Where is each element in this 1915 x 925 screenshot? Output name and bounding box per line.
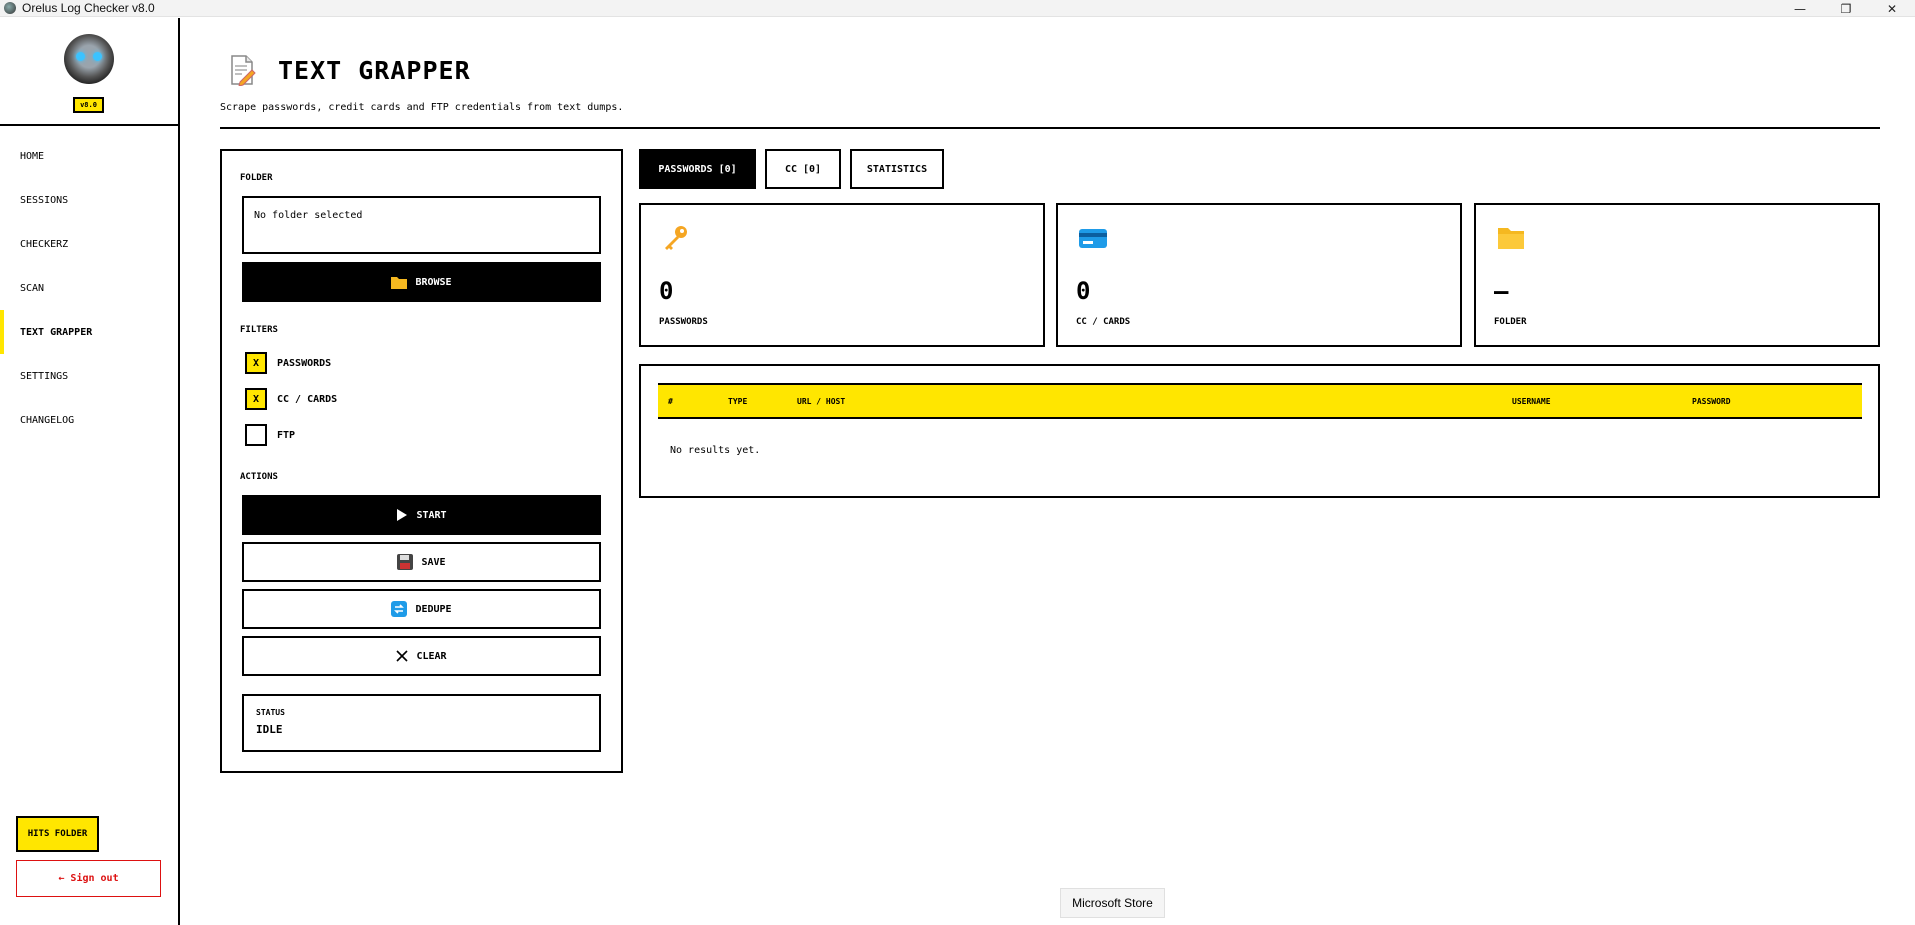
dedupe-button[interactable]: DEDUPE	[242, 589, 601, 629]
col-password: PASSWORD	[1692, 397, 1731, 406]
key-icon	[665, 226, 687, 250]
passwords-card-label: PASSWORDS	[659, 317, 708, 327]
save-label: SAVE	[421, 556, 446, 568]
folder-value: –	[1494, 277, 1509, 305]
passwords-checkbox[interactable]: X	[245, 352, 267, 374]
results-table: # TYPE URL / HOST USERNAME PASSWORD No r…	[639, 364, 1880, 498]
sidebar-item-settings[interactable]: SETTINGS	[0, 354, 178, 398]
window-titlebar: Orelus Log Checker v8.0 — ❐ ✕	[0, 0, 1915, 17]
microsoft-store-tooltip: Microsoft Store	[1060, 888, 1165, 918]
page-title: TEXT GRAPPER	[278, 56, 471, 85]
tab-passwords[interactable]: PASSWORDS [0]	[639, 149, 756, 189]
filter-cc-cards[interactable]: X CC / CARDS	[245, 388, 337, 410]
tab-cc[interactable]: CC [0]	[765, 149, 841, 189]
folder-card-label: FOLDER	[1494, 317, 1527, 327]
tab-statistics[interactable]: STATISTICS	[850, 149, 944, 189]
filters-label: FILTERS	[240, 325, 278, 335]
status-label: STATUS	[256, 708, 285, 717]
passwords-count: 0	[659, 277, 674, 305]
repeat-icon	[391, 601, 408, 617]
app-icon	[4, 2, 16, 14]
clear-label: CLEAR	[416, 650, 447, 662]
sidebar: v8.0 HOME SESSIONS CHECKERZ SCAN TEXT GR…	[0, 18, 180, 925]
browse-label: BROWSE	[415, 276, 452, 288]
cc-cards-checkbox[interactable]: X	[245, 388, 267, 410]
sidebar-nav: HOME SESSIONS CHECKERZ SCAN TEXT GRAPPER…	[0, 134, 178, 442]
minimize-button[interactable]: —	[1777, 0, 1823, 17]
status-value: IDLE	[256, 723, 283, 736]
dedupe-label: DEDUPE	[415, 603, 452, 615]
empty-results-message: No results yet.	[670, 445, 761, 456]
header-divider	[220, 127, 1880, 129]
sidebar-item-changelog[interactable]: CHANGELOG	[0, 398, 178, 442]
sidebar-item-home[interactable]: HOME	[0, 134, 178, 178]
sidebar-item-checkerz[interactable]: CHECKERZ	[0, 222, 178, 266]
sidebar-item-text-grapper[interactable]: TEXT GRAPPER	[0, 310, 178, 354]
folder-icon	[1498, 228, 1524, 249]
floppy-disk-icon	[397, 554, 414, 570]
passwords-filter-label: PASSWORDS	[277, 357, 332, 369]
browse-button[interactable]: BROWSE	[242, 262, 601, 302]
window-title: Orelus Log Checker v8.0	[22, 1, 155, 15]
close-icon	[396, 650, 409, 662]
page-subtitle: Scrape passwords, credit cards and FTP c…	[220, 102, 624, 113]
version-badge: v8.0	[73, 97, 104, 113]
close-button[interactable]: ✕	[1869, 0, 1915, 17]
cc-count: 0	[1076, 277, 1091, 305]
col-url-host: URL / HOST	[797, 397, 846, 406]
maximize-button[interactable]: ❐	[1823, 0, 1869, 17]
cc-card-label: CC / CARDS	[1076, 317, 1131, 327]
status-box: STATUS IDLE	[242, 694, 601, 752]
window-controls: — ❐ ✕	[1777, 0, 1915, 17]
folder-label: FOLDER	[240, 173, 273, 183]
passwords-stat-card: 0 PASSWORDS	[639, 203, 1045, 347]
owl-logo-icon	[64, 34, 114, 84]
cc-cards-filter-label: CC / CARDS	[277, 393, 338, 405]
filter-ftp[interactable]: FTP	[245, 424, 295, 446]
credit-card-icon	[1079, 229, 1107, 248]
play-icon	[397, 509, 408, 521]
sidebar-item-sessions[interactable]: SESSIONS	[0, 178, 178, 222]
ftp-filter-label: FTP	[277, 429, 296, 441]
memo-icon	[231, 55, 256, 86]
col-type: TYPE	[728, 397, 748, 406]
col-index: #	[668, 397, 673, 406]
logo-area: v8.0	[0, 18, 178, 126]
actions-label: ACTIONS	[240, 472, 278, 482]
start-label: START	[416, 509, 447, 521]
sidebar-item-scan[interactable]: SCAN	[0, 266, 178, 310]
table-header: # TYPE URL / HOST USERNAME PASSWORD	[658, 383, 1862, 419]
filter-passwords[interactable]: X PASSWORDS	[245, 352, 331, 374]
hits-folder-button[interactable]: HITS FOLDER	[16, 816, 99, 852]
start-button[interactable]: START	[242, 495, 601, 535]
folder-stat-card: – FOLDER	[1474, 203, 1880, 347]
folder-icon	[391, 277, 408, 289]
cc-stat-card: 0 CC / CARDS	[1056, 203, 1462, 347]
clear-button[interactable]: CLEAR	[242, 636, 601, 676]
col-username: USERNAME	[1512, 397, 1551, 406]
sign-out-button[interactable]: ← Sign out	[16, 860, 161, 897]
save-button[interactable]: SAVE	[242, 542, 601, 582]
ftp-checkbox[interactable]	[245, 424, 267, 446]
folder-path-field[interactable]: No folder selected	[242, 196, 601, 254]
